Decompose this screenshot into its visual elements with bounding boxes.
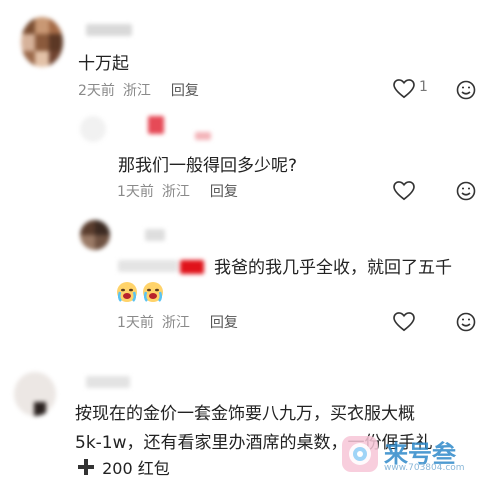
comment-text-line: 按现在的金价一套金饰要八九万，买衣服大概	[75, 404, 415, 424]
reply-button[interactable]: 回复	[171, 80, 199, 100]
comment-text: 那我们一般得回多少呢?	[118, 156, 298, 176]
username-redacted[interactable]	[195, 132, 211, 140]
comment-time: 1天前	[117, 315, 154, 331]
plus-icon	[78, 459, 94, 475]
username-redacted[interactable]	[180, 260, 204, 274]
like-count: 1	[419, 79, 428, 95]
comment-meta: 1天前 浙江 回复	[117, 181, 246, 201]
username-redacted[interactable]	[118, 260, 178, 272]
comment-text: 十万起	[78, 54, 129, 74]
heart-icon[interactable]	[393, 181, 415, 201]
comment-meta: 2天前 浙江 回复	[78, 80, 207, 100]
emoji-reaction-icon[interactable]	[456, 181, 476, 201]
avatar[interactable]	[21, 17, 63, 67]
comment-time: 1天前	[117, 184, 154, 200]
crying-face-icon	[116, 281, 168, 303]
username-redacted[interactable]	[86, 376, 130, 388]
emoji-reaction-icon[interactable]	[456, 80, 476, 100]
heart-icon[interactable]	[393, 312, 415, 332]
watermark-url: www.703804.com	[384, 463, 465, 473]
avatar[interactable]	[80, 116, 106, 142]
username-redacted[interactable]	[86, 24, 132, 36]
username-redacted[interactable]	[148, 116, 164, 134]
reply-button[interactable]: 回复	[210, 312, 238, 332]
comment-region: 浙江	[161, 315, 190, 331]
avatar[interactable]	[80, 220, 110, 250]
watermark: 来号叁 www.703804.com	[340, 430, 501, 481]
username-redacted[interactable]	[145, 229, 165, 241]
emoji-reaction-icon[interactable]	[456, 312, 476, 332]
comment-meta: 1天前 浙江 回复	[117, 312, 246, 332]
comment-text: 我爸的我几乎全收，就回了五千	[214, 258, 452, 278]
comment-region: 浙江	[161, 184, 190, 200]
avatar[interactable]	[14, 372, 56, 416]
heart-icon[interactable]	[393, 79, 415, 99]
red-packet-label: 200 红包	[102, 459, 170, 478]
watermark-logo-icon	[342, 436, 378, 472]
red-packet-badge[interactable]: 200 红包	[78, 455, 170, 478]
reply-button[interactable]: 回复	[210, 181, 238, 201]
comment-time: 2天前	[78, 83, 115, 99]
comment-region: 浙江	[122, 83, 151, 99]
